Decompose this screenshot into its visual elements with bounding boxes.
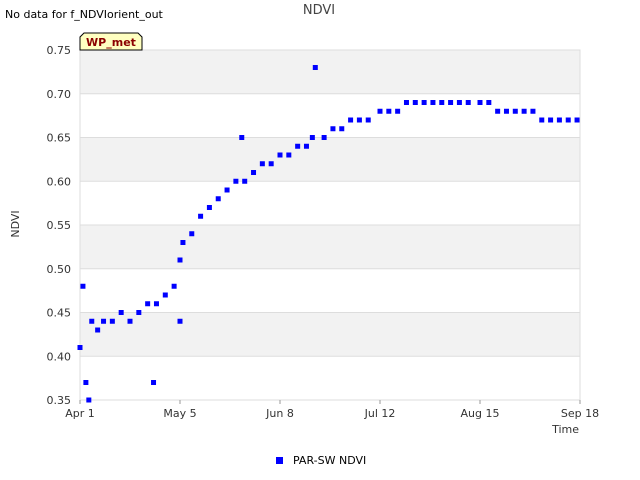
ndvi-chart: NDVI 0.35 0.40 0.45 0.50 0.55 0.60 0.65 0.70 0.7…: [9, 3, 599, 467]
data-point: [486, 100, 492, 105]
x-tick-label: Apr 1: [65, 407, 95, 420]
data-point: [403, 100, 409, 105]
data-point: [189, 231, 195, 237]
y-tick-label: 0.40: [47, 350, 72, 363]
data-point: [277, 152, 283, 158]
data-point: [548, 117, 554, 123]
data-point: [136, 310, 142, 315]
data-point: [206, 205, 212, 210]
data-point: [503, 108, 509, 114]
data-point: [330, 126, 336, 132]
x-axis-ticks: Apr 1 May 5 Jun 8 Jul 12 Aug 15 Sep 18: [65, 400, 599, 420]
x-tick-label: Aug 15: [461, 407, 500, 420]
data-point: [95, 327, 101, 333]
data-point: [80, 283, 86, 289]
data-point: [153, 301, 159, 307]
data-point: [118, 310, 124, 315]
data-point: [180, 240, 186, 245]
x-tick-label: Jul 12: [364, 407, 396, 420]
data-point: [162, 292, 168, 298]
y-axis-ticks: 0.35 0.40 0.45 0.50 0.55 0.60 0.65 0.70 0.75: [47, 44, 72, 407]
data-point: [495, 108, 501, 114]
data-point: [239, 135, 245, 140]
data-point: [312, 65, 318, 70]
data-point: [395, 108, 401, 114]
data-point: [224, 187, 230, 193]
x-tick-label: Sep 18: [561, 407, 599, 420]
data-point: [539, 117, 545, 123]
data-point: [151, 380, 157, 385]
data-point: [109, 318, 115, 324]
data-point: [421, 100, 427, 105]
data-point: [465, 100, 471, 105]
data-point: [251, 170, 257, 175]
plot-bands: [80, 50, 580, 357]
legend-label: PAR-SW NDVI: [293, 454, 366, 467]
plot-band: [80, 225, 580, 269]
data-point: [574, 117, 580, 123]
data-point: [233, 178, 239, 184]
y-tick-label: 0.70: [47, 88, 72, 101]
data-point: [77, 345, 83, 350]
y-tick-label: 0.35: [47, 394, 72, 407]
y-tick-label: 0.75: [47, 44, 72, 57]
y-tick-label: 0.50: [47, 263, 72, 276]
y-tick-label: 0.55: [47, 219, 72, 232]
wp-met-badge: WP_met: [79, 32, 143, 51]
data-point: [101, 318, 107, 324]
data-point: [521, 108, 527, 114]
data-point: [171, 283, 177, 289]
plot-band: [80, 312, 580, 357]
data-point: [86, 397, 92, 403]
data-point: [377, 108, 383, 114]
data-point: [512, 108, 518, 114]
plot-band: [80, 50, 580, 94]
data-point: [127, 318, 133, 324]
x-tick-label: Jun 8: [265, 407, 294, 420]
data-point: [286, 152, 292, 158]
y-axis-title: NDVI: [9, 210, 22, 237]
data-point: [309, 135, 315, 140]
data-point: [198, 213, 204, 219]
plot-band: [80, 137, 580, 182]
data-point: [530, 108, 536, 114]
data-point: [242, 178, 248, 184]
x-axis-title: Time: [551, 423, 579, 436]
chart-title: NDVI: [303, 3, 335, 18]
data-point: [477, 100, 483, 105]
data-point: [430, 100, 436, 105]
badge-label: WP_met: [86, 36, 136, 49]
data-point: [448, 100, 454, 105]
data-point: [321, 135, 327, 140]
y-tick-label: 0.45: [47, 307, 72, 320]
data-point: [556, 117, 562, 123]
legend: PAR-SW NDVI: [276, 454, 366, 467]
data-point: [339, 126, 345, 132]
data-point: [439, 100, 445, 105]
data-point: [177, 318, 183, 324]
data-point: [303, 143, 309, 149]
data-point: [83, 380, 89, 385]
data-point: [177, 257, 183, 263]
data-point: [89, 318, 95, 324]
data-point: [456, 100, 462, 105]
data-point: [356, 117, 362, 123]
data-point: [268, 161, 274, 167]
data-point: [295, 143, 301, 149]
legend-swatch: [276, 457, 283, 464]
data-point: [365, 117, 371, 123]
y-tick-label: 0.65: [47, 132, 72, 145]
data-point: [412, 100, 418, 105]
data-point: [259, 161, 265, 167]
data-point: [348, 117, 354, 123]
data-point: [565, 117, 571, 123]
y-tick-label: 0.60: [47, 175, 72, 188]
data-point: [215, 196, 221, 202]
data-point: [145, 301, 151, 307]
data-point: [386, 108, 392, 114]
x-tick-label: May 5: [163, 407, 196, 420]
